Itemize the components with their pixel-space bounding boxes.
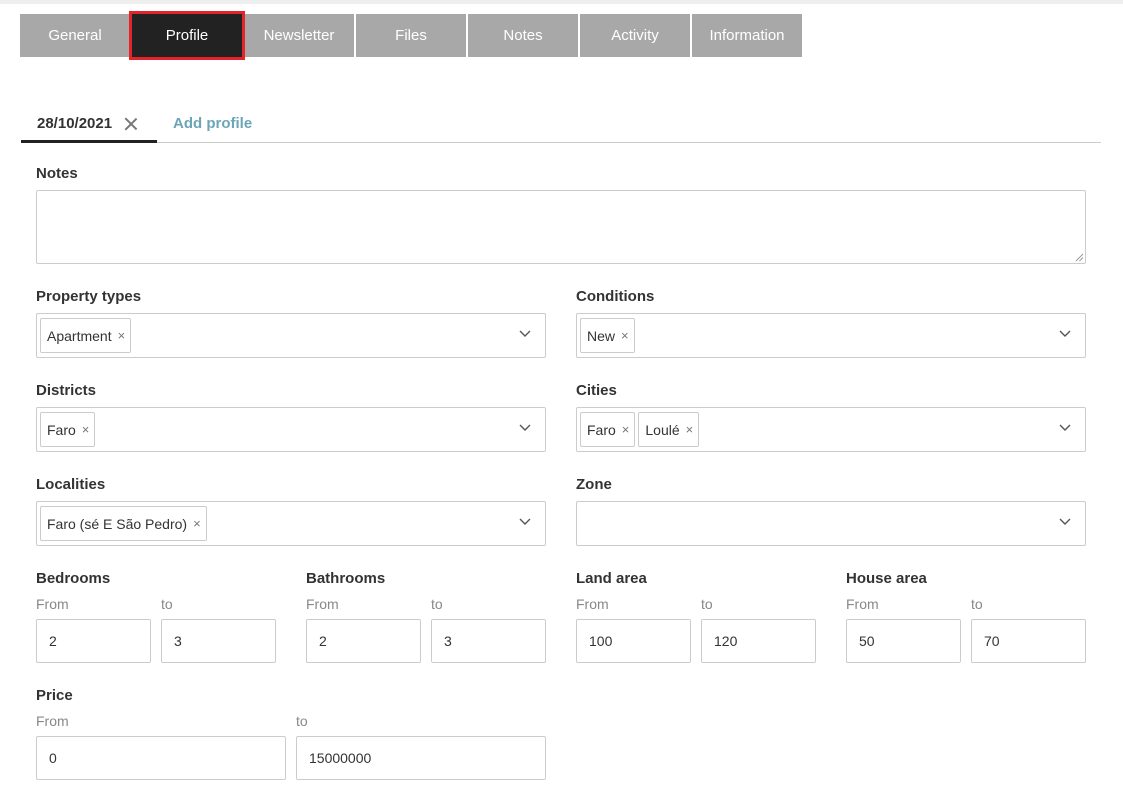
price-to-input[interactable] — [296, 736, 546, 780]
remove-chip-icon[interactable]: × — [686, 423, 694, 436]
chevron-down-icon[interactable] — [519, 518, 531, 526]
land-area-from-label: From — [576, 596, 609, 612]
house-area-label: House area — [846, 570, 927, 587]
property-types-label: Property types — [36, 288, 142, 305]
notes-textarea[interactable] — [36, 190, 1086, 264]
conditions-select[interactable]: New × — [576, 313, 1086, 358]
price-to-label: to — [296, 713, 308, 729]
tab-information[interactable]: Information — [692, 14, 802, 57]
bedrooms-label: Bedrooms — [36, 570, 111, 587]
land-area-label: Land area — [576, 570, 647, 587]
zone-label: Zone — [576, 476, 612, 493]
resize-grip-icon[interactable] — [1075, 253, 1084, 262]
bathrooms-to-input[interactable] — [431, 619, 546, 663]
bedrooms-to-label: to — [161, 596, 173, 612]
property-types-select[interactable]: Apartment × — [36, 313, 546, 358]
remove-chip-icon[interactable]: × — [82, 423, 90, 436]
chevron-down-icon[interactable] — [1059, 518, 1071, 526]
land-area-from-input[interactable] — [576, 619, 691, 663]
price-label: Price — [36, 687, 73, 704]
bedrooms-from-input[interactable] — [36, 619, 151, 663]
land-area-to-label: to — [701, 596, 713, 612]
tab-newsletter[interactable]: Newsletter — [244, 14, 354, 57]
localities-label: Localities — [36, 476, 106, 493]
chevron-down-icon[interactable] — [1059, 424, 1071, 432]
cities-label: Cities — [576, 382, 617, 399]
chip-label: Faro (sé E São Pedro) — [47, 515, 188, 532]
profile-tabs: 28/10/2021 Add profile — [21, 107, 1101, 143]
tab-general[interactable]: General — [20, 14, 130, 57]
bathrooms-to-label: to — [431, 596, 443, 612]
chip-new: New × — [580, 318, 635, 353]
bathrooms-label: Bathrooms — [306, 570, 386, 587]
price-from-label: From — [36, 713, 69, 729]
chip-faro: Faro × — [580, 412, 636, 447]
add-profile-link[interactable]: Add profile — [173, 107, 252, 140]
notes-label: Notes — [36, 165, 78, 182]
house-area-from-label: From — [846, 596, 879, 612]
tab-files[interactable]: Files — [356, 14, 466, 57]
conditions-label: Conditions — [576, 288, 655, 305]
zone-select[interactable] — [576, 501, 1086, 546]
house-area-to-label: to — [971, 596, 983, 612]
tab-activity[interactable]: Activity — [580, 14, 690, 57]
chip-label: Faro — [587, 421, 616, 438]
chip-label: Apartment — [47, 327, 112, 344]
cities-select[interactable]: Faro × Loulé × — [576, 407, 1086, 452]
remove-chip-icon[interactable]: × — [622, 423, 630, 436]
profile-tab-current[interactable]: 28/10/2021 — [21, 107, 157, 143]
tab-notes[interactable]: Notes — [468, 14, 578, 57]
land-area-to-input[interactable] — [701, 619, 816, 663]
bedrooms-from-label: From — [36, 596, 69, 612]
house-area-to-input[interactable] — [971, 619, 1086, 663]
chip-apartment: Apartment × — [40, 318, 132, 353]
bathrooms-from-input[interactable] — [306, 619, 421, 663]
close-icon[interactable] — [124, 117, 138, 131]
remove-chip-icon[interactable]: × — [193, 517, 201, 530]
house-area-from-input[interactable] — [846, 619, 961, 663]
tab-profile[interactable]: Profile — [129, 11, 245, 60]
chip-faro-se-e-sao-pedro: Faro (sé E São Pedro) × — [40, 506, 207, 541]
profile-tab-date-label: 28/10/2021 — [37, 115, 113, 132]
chip-faro: Faro × — [40, 412, 96, 447]
bathrooms-from-label: From — [306, 596, 339, 612]
main-tabs: General Profile Newsletter Files Notes A… — [20, 11, 802, 60]
districts-select[interactable]: Faro × — [36, 407, 546, 452]
chip-label: Loulé — [645, 421, 680, 438]
bedrooms-to-input[interactable] — [161, 619, 276, 663]
chevron-down-icon[interactable] — [519, 424, 531, 432]
localities-select[interactable]: Faro (sé E São Pedro) × — [36, 501, 546, 546]
chip-label: Faro — [47, 421, 76, 438]
chip-loule: Loulé × — [638, 412, 700, 447]
remove-chip-icon[interactable]: × — [118, 329, 126, 342]
chevron-down-icon[interactable] — [519, 330, 531, 338]
price-from-input[interactable] — [36, 736, 286, 780]
top-border — [0, 0, 1123, 4]
chip-label: New — [587, 327, 616, 344]
chevron-down-icon[interactable] — [1059, 330, 1071, 338]
districts-label: Districts — [36, 382, 97, 399]
remove-chip-icon[interactable]: × — [621, 329, 629, 342]
